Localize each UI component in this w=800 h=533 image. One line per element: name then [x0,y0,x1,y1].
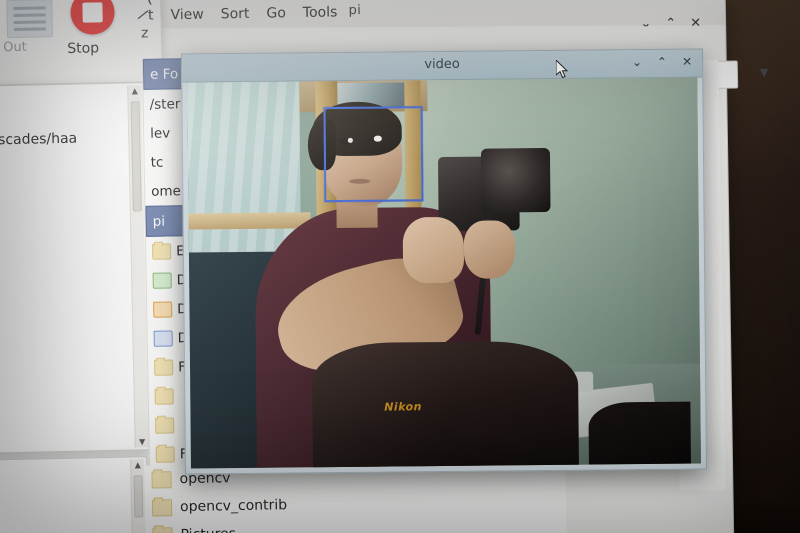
video-window-controls: ⌄ ⌃ ✕ [632,55,692,70]
maximize-icon[interactable]: ⌃ [657,55,667,69]
folder-icon [152,526,173,533]
tree-item-label: tc [150,154,164,171]
video-canvas: Nikon [187,77,701,469]
tool-panel: Out Stop ( / z [0,0,163,86]
menu-item-view[interactable]: View [170,7,204,24]
tree-item-label: lev [149,124,171,142]
close-icon[interactable]: ✕ [682,55,692,69]
scene-rail [188,212,312,230]
video-window: video ⌄ ⌃ ✕ Nikon [180,48,708,475]
folder-icon [151,470,172,489]
folder-icon [154,358,174,376]
tree-item-label: ome [151,182,182,200]
person-knee [588,401,691,465]
zoom-out-icon[interactable] [6,0,54,39]
scroll-up-icon[interactable]: ▲ [131,460,144,469]
person-hand-left [402,216,465,284]
file-list-label: opencv_contrib [179,497,288,516]
folder-green-icon [152,271,172,289]
screenshot-root: pi ⌄ ⌃ ✕ ▼ t View Sort Go Tools Out Stop… [0,0,800,533]
folder-blue-icon [153,329,173,347]
dslr-camera-lens [481,148,551,213]
chevron-down-icon[interactable]: ▼ [760,66,769,79]
scrollbar-thumb[interactable] [130,101,142,212]
secondary-panel-scrollbar[interactable]: ▲ [130,459,146,533]
stop-label: Stop [67,40,100,57]
menu-item-edit[interactable]: t [148,8,154,24]
tree-item-label: pi [152,213,166,230]
menu-bar: t View Sort Go Tools [148,4,338,23]
face-detection-box [323,106,423,202]
camera-brand-label: Nikon [384,400,423,414]
minimize-icon[interactable]: ⌄ [632,55,642,69]
zoom-out-label: Out [3,39,27,56]
file-list-label: Pictures [180,526,236,533]
tree-item-label: /ster [149,95,181,113]
secondary-panel: ▲ [0,456,149,533]
folder-icon [155,445,175,463]
folder-icon [152,242,172,260]
person-hand-right [463,220,516,279]
menu-item-sort[interactable]: Sort [221,6,250,22]
camera-bag [312,341,579,469]
webcam-scene: Nikon [187,77,701,469]
scrollbar-thumb[interactable] [133,475,144,518]
folder-icon [155,416,175,434]
path-text: haarcascades/haa [0,130,78,150]
folder-icon [154,387,174,405]
video-window-title: video [424,56,460,73]
pen-glyph-bottom: z [140,25,149,42]
monitor-screen: pi ⌄ ⌃ ✕ ▼ t View Sort Go Tools Out Stop… [0,0,800,533]
scroll-down-icon[interactable]: ▼ [136,437,149,446]
menu-item-go[interactable]: Go [266,5,286,21]
folder-orange-icon [153,300,173,318]
scroll-up-icon[interactable]: ▲ [128,86,141,95]
stop-button[interactable] [70,0,115,35]
path-text-panel: haarcascades/haa ▲ ▼ [0,82,152,454]
folder-icon [151,498,173,517]
tree-item-label: e Fo [149,65,179,83]
menu-item-tools[interactable]: Tools [303,4,338,21]
mouse-cursor [555,59,569,79]
